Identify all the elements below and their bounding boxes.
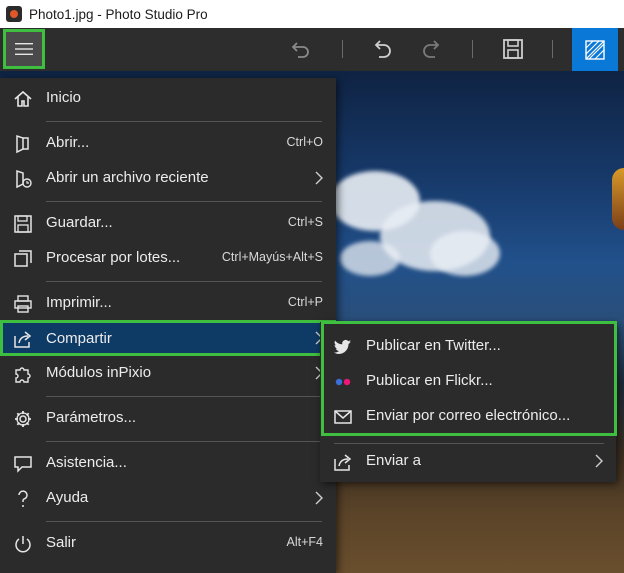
menu-item-label: Compartir xyxy=(46,330,112,347)
submenu-item-label: Publicar en Twitter... xyxy=(366,337,501,354)
share-submenu: Publicar en Twitter... Publicar en Flick… xyxy=(320,322,616,482)
menu-item-shortcut: Ctrl+Mayús+Alt+S xyxy=(221,250,323,264)
save-icon[interactable] xyxy=(501,37,525,61)
chevron-right-icon xyxy=(595,454,603,468)
menu-separator xyxy=(46,201,322,202)
menu-item-label: Ayuda xyxy=(46,489,89,506)
mail-icon xyxy=(334,410,352,424)
menu-item-shortcut: Ctrl+S xyxy=(287,215,323,229)
submenu-item-flickr[interactable]: Publicar en Flickr... xyxy=(320,364,616,398)
twitter-icon xyxy=(333,339,351,354)
menu-separator xyxy=(46,441,322,442)
menu-item-procesar-lotes[interactable]: Procesar por lotes... Ctrl+Mayús+Alt+S xyxy=(0,241,336,275)
undo-icon[interactable] xyxy=(371,37,395,61)
menu-item-label: Inicio xyxy=(46,89,82,106)
cloud xyxy=(340,241,400,276)
menu-item-shortcut: Alt+F4 xyxy=(286,535,323,549)
menu-button[interactable] xyxy=(3,29,45,69)
menu-item-abrir[interactable]: Abrir... Ctrl+O xyxy=(0,126,336,160)
undo-all-icon[interactable] xyxy=(289,37,313,61)
window-title: Photo1.jpg - Photo Studio Pro xyxy=(29,6,208,22)
menu-item-parametros[interactable]: Parámetros... xyxy=(0,401,336,435)
chat-icon xyxy=(14,456,32,473)
menu-item-label: Procesar por lotes... xyxy=(46,249,181,266)
chevron-right-icon xyxy=(315,171,323,185)
menu-item-asistencia[interactable]: Asistencia... xyxy=(0,446,336,480)
menu-item-imprimir[interactable]: Imprimir... Ctrl+P xyxy=(0,286,336,320)
submenu-item-label: Enviar a xyxy=(366,452,422,469)
save-icon xyxy=(14,215,32,233)
menu-item-label: Guardar... xyxy=(46,214,113,231)
menu-item-inicio[interactable]: Inicio xyxy=(0,81,336,115)
menu-item-label: Asistencia... xyxy=(46,454,127,471)
menu-item-compartir[interactable]: Compartir xyxy=(0,320,336,356)
menu-item-shortcut: Ctrl+O xyxy=(286,135,323,149)
menu-icon xyxy=(15,43,33,55)
submenu-item-label: Enviar por correo electrónico... xyxy=(366,407,571,424)
power-icon xyxy=(15,536,31,553)
toolbar-separator xyxy=(552,40,553,58)
share-icon xyxy=(334,454,352,471)
menu-item-ayuda[interactable]: Ayuda xyxy=(0,481,336,515)
title-bar: Photo1.jpg - Photo Studio Pro xyxy=(0,0,624,28)
menu-item-guardar[interactable]: Guardar... Ctrl+S xyxy=(0,206,336,240)
menu-item-modulos[interactable]: Módulos inPixio xyxy=(0,356,336,390)
menu-item-salir[interactable]: Salir Alt+F4 xyxy=(0,526,336,560)
submenu-item-enviar-a[interactable]: Enviar a xyxy=(320,444,616,478)
question-icon xyxy=(18,490,28,507)
toolbar-separator xyxy=(472,40,473,58)
menu-separator xyxy=(46,121,322,122)
menu-separator xyxy=(46,281,322,282)
menu-item-label: Salir xyxy=(46,534,77,551)
main-menu: Inicio Abrir... Ctrl+O Abrir un archivo … xyxy=(0,78,336,573)
menu-separator xyxy=(46,521,322,522)
home-icon xyxy=(14,90,32,107)
menu-separator xyxy=(46,396,322,397)
batch-process-icon xyxy=(14,250,32,267)
open-file-icon xyxy=(16,134,29,154)
menu-item-label: Parámetros... xyxy=(46,409,137,426)
menu-item-label: Abrir... xyxy=(46,134,90,151)
submenu-item-label: Publicar en Flickr... xyxy=(366,372,493,389)
print-icon xyxy=(14,295,32,313)
menu-item-shortcut: Ctrl+P xyxy=(287,295,323,309)
submenu-item-twitter[interactable]: Publicar en Twitter... xyxy=(320,329,616,363)
toolbar xyxy=(0,28,624,71)
cloud xyxy=(430,231,500,276)
view-toggle-button[interactable] xyxy=(572,28,618,71)
recent-file-icon xyxy=(16,169,32,189)
redo-icon[interactable] xyxy=(419,37,443,61)
chevron-right-icon xyxy=(315,491,323,505)
app-icon xyxy=(6,6,22,22)
menu-item-label: Imprimir... xyxy=(46,294,112,311)
flickr-icon xyxy=(335,378,351,386)
view-toggle-icon xyxy=(585,39,605,60)
submenu-item-email[interactable]: Enviar por correo electrónico... xyxy=(320,399,616,433)
toolbar-separator xyxy=(342,40,343,58)
menu-item-label: Abrir un archivo reciente xyxy=(46,169,209,186)
gear-icon xyxy=(15,411,31,427)
balloon xyxy=(612,168,624,230)
share-icon xyxy=(14,331,32,348)
puzzle-icon xyxy=(15,367,31,383)
menu-item-label: Módulos inPixio xyxy=(46,364,152,381)
menu-item-abrir-reciente[interactable]: Abrir un archivo reciente xyxy=(0,161,336,195)
